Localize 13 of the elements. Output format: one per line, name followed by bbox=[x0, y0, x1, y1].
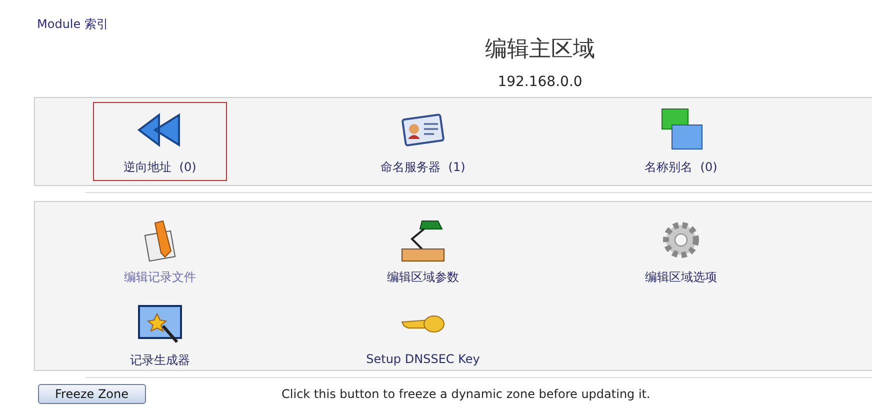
freeze-hint: Click this button to freeze a dynamic zone before updating it. bbox=[282, 387, 650, 401]
zone-action-link[interactable]: 编辑区域参数 bbox=[356, 212, 490, 291]
zone-address: 192.168.0.0 bbox=[496, 74, 584, 92]
zone-action-link[interactable]: 命名服务器 (1) bbox=[356, 102, 490, 181]
zone-action-link[interactable]: 记录生成器 bbox=[93, 295, 227, 374]
zone-action-link[interactable]: 编辑记录文件 bbox=[93, 212, 227, 291]
zone-action-link[interactable]: 逆向地址 (0) bbox=[93, 102, 227, 181]
zone-action-link[interactable]: Setup DNSSEC Key bbox=[356, 295, 490, 374]
page-title: 编辑主区域 bbox=[484, 36, 596, 64]
freeze-zone-button[interactable]: Freeze Zone bbox=[38, 384, 146, 404]
module-index-link[interactable]: Module 索引 bbox=[37, 17, 108, 31]
zone-action-link[interactable]: 名称别名 (0) bbox=[614, 102, 748, 181]
zone-action-link[interactable]: 编辑区域选项 bbox=[614, 212, 748, 291]
